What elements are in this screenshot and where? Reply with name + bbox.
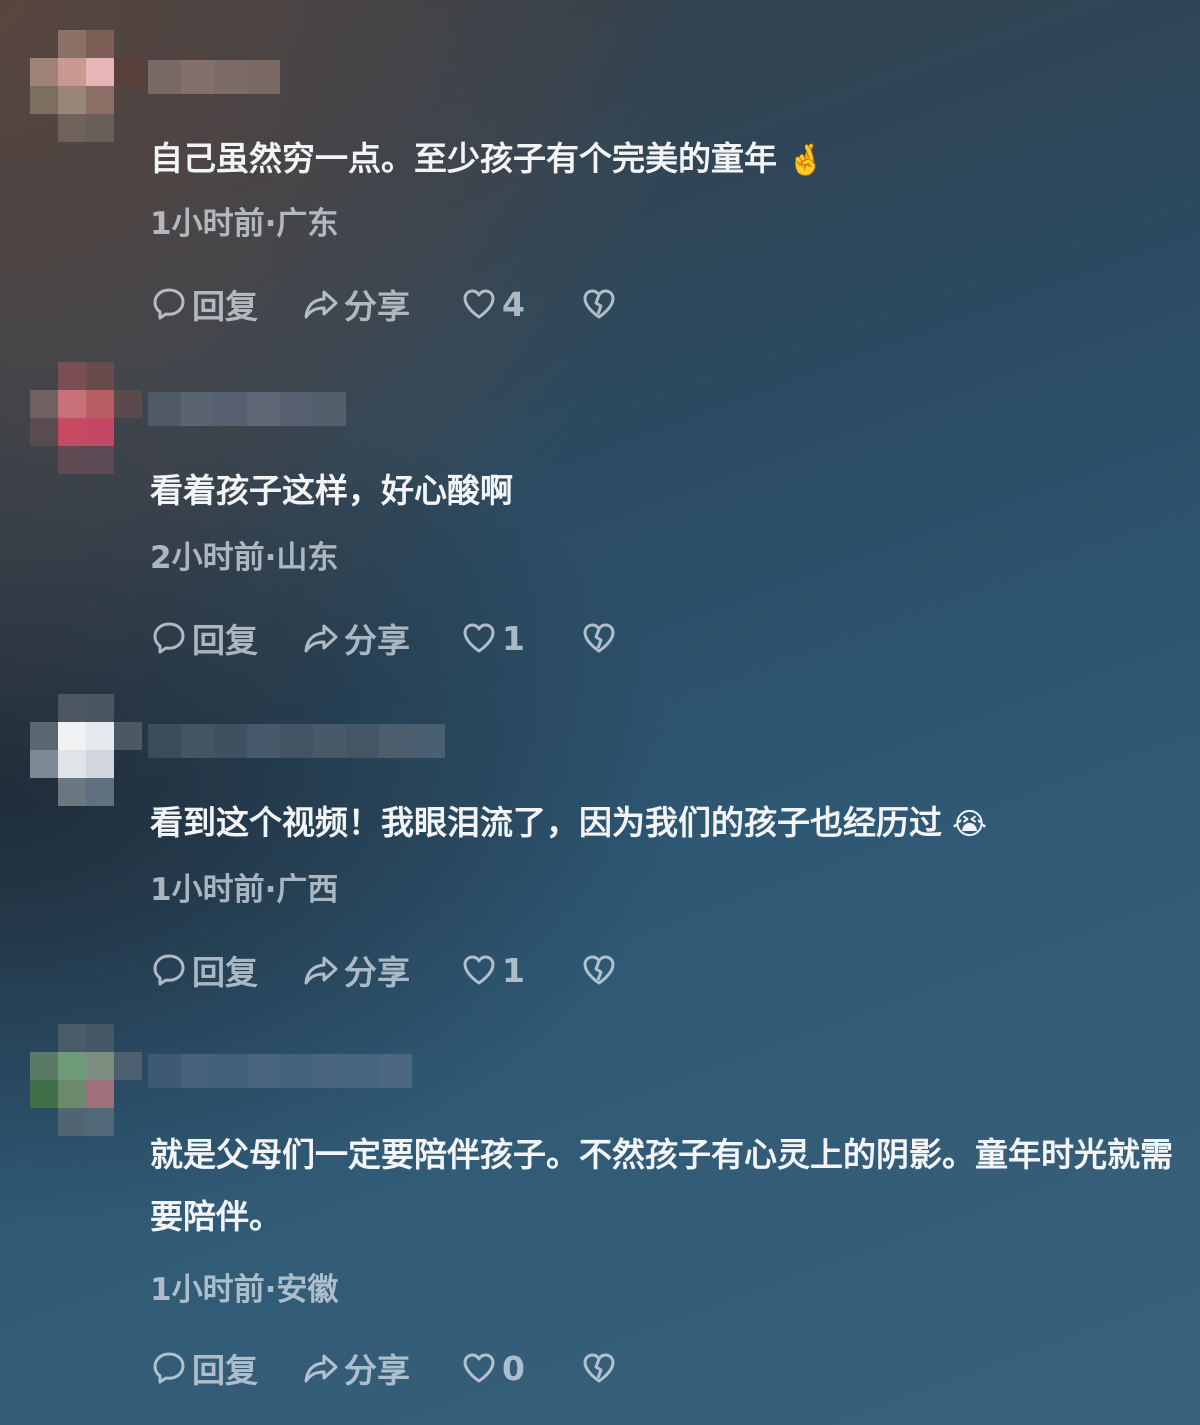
comment-meta: 2小时前·山东	[150, 540, 339, 576]
share-label: 分享	[344, 953, 410, 992]
emoji: 🤞	[787, 143, 825, 178]
comment-text: 就是父母们一定要陪伴孩子。不然孩子有心灵上的阴影。童年时光就需要陪伴。	[150, 1124, 1175, 1250]
share-arrow-icon	[304, 290, 338, 319]
share-button[interactable]: 分享	[302, 946, 460, 994]
like-button[interactable]: 0	[460, 1349, 580, 1388]
share-label: 分享	[344, 1351, 410, 1390]
dislike-button[interactable]	[580, 619, 622, 657]
avatar[interactable]	[30, 362, 142, 474]
comment-text-content: 看着孩子这样，好心酸啊	[150, 471, 513, 510]
share-button[interactable]: 分享	[302, 614, 460, 662]
broken-heart-icon	[583, 1353, 615, 1383]
heart-icon	[463, 1353, 495, 1383]
username[interactable]	[148, 724, 445, 758]
reply-label: 回复	[192, 621, 258, 660]
share-button[interactable]: 分享	[302, 280, 460, 328]
heart-icon	[463, 289, 495, 319]
comment-text: 自己虽然穷一点。至少孩子有个完美的童年 🤞	[150, 128, 1175, 192]
dislike-button[interactable]	[580, 1349, 622, 1387]
broken-heart-icon	[583, 289, 615, 319]
comment-actions: 回复 分享 1	[150, 948, 622, 992]
comment-meta: 1小时前·广西	[150, 872, 339, 908]
share-label: 分享	[344, 621, 410, 660]
dislike-button[interactable]	[580, 285, 622, 323]
avatar[interactable]	[30, 694, 142, 806]
broken-heart-icon	[583, 955, 615, 985]
like-button[interactable]: 1	[460, 951, 580, 990]
reply-button[interactable]: 回复	[150, 280, 302, 328]
reply-button[interactable]: 回复	[150, 946, 302, 994]
comment-text-content: 看到这个视频！我眼泪流了，因为我们的孩子也经历过	[150, 803, 942, 842]
comment-bubble-icon	[153, 622, 185, 654]
dislike-button[interactable]	[580, 951, 622, 989]
like-count: 1	[502, 950, 525, 990]
reply-label: 回复	[192, 287, 258, 326]
emoji: 😭	[952, 807, 988, 842]
avatar[interactable]	[30, 30, 142, 142]
heart-icon	[463, 955, 495, 985]
comment-text-content: 自己虽然穷一点。至少孩子有个完美的童年	[150, 139, 777, 178]
like-button[interactable]: 1	[460, 619, 580, 658]
reply-button[interactable]: 回复	[150, 614, 302, 662]
reply-label: 回复	[192, 953, 258, 992]
like-button[interactable]: 4	[460, 285, 580, 324]
reply-label: 回复	[192, 1351, 258, 1390]
comment-actions: 回复 分享 4	[150, 282, 622, 326]
avatar[interactable]	[30, 1024, 142, 1136]
share-arrow-icon	[304, 1354, 338, 1383]
share-button[interactable]: 分享	[302, 1344, 460, 1392]
comment-text: 看到这个视频！我眼泪流了，因为我们的孩子也经历过 😭	[150, 792, 1175, 856]
share-arrow-icon	[304, 956, 338, 985]
like-count: 0	[502, 1348, 525, 1388]
like-count: 4	[502, 284, 525, 324]
share-label: 分享	[344, 287, 410, 326]
username[interactable]	[148, 1054, 412, 1088]
share-arrow-icon	[304, 624, 338, 653]
reply-button[interactable]: 回复	[150, 1344, 302, 1392]
like-count: 1	[502, 618, 525, 658]
comment-meta: 1小时前·广东	[150, 206, 339, 242]
username[interactable]	[148, 60, 280, 94]
broken-heart-icon	[583, 623, 615, 653]
comment-meta: 1小时前·安徽	[150, 1272, 339, 1308]
username[interactable]	[148, 392, 346, 426]
comment-text-content: 就是父母们一定要陪伴孩子。不然孩子有心灵上的阴影。童年时光就需要陪伴。	[150, 1135, 1173, 1236]
comment-bubble-icon	[153, 1352, 185, 1384]
comment-bubble-icon	[153, 288, 185, 320]
comment-actions: 回复 分享 0	[150, 1346, 622, 1390]
comment-actions: 回复 分享 1	[150, 616, 622, 660]
comment-text: 看着孩子这样，好心酸啊	[150, 460, 1175, 524]
comment-bubble-icon	[153, 954, 185, 986]
heart-icon	[463, 623, 495, 653]
